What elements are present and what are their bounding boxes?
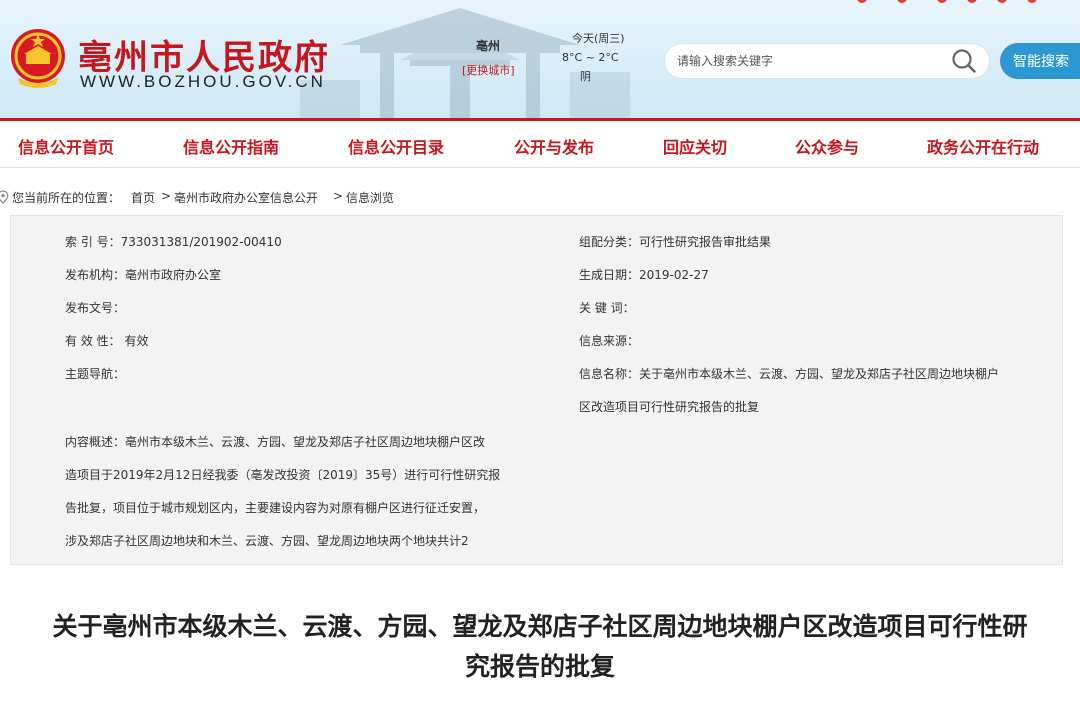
breadcrumb-separator: >: [333, 189, 344, 203]
nav-item-guide[interactable]: 信息公开指南: [183, 134, 279, 158]
info-summary: 内容概述：亳州市本级木兰、云渡、方园、望龙及郑店子社区周边地块棚户区改 造项目于…: [65, 426, 535, 558]
info-date: 生成日期：2019-02-27: [579, 268, 709, 282]
search-input[interactable]: [664, 43, 990, 79]
info-document-number: 发布文号：: [65, 301, 126, 315]
change-city-link[interactable]: [更换城市]: [462, 62, 515, 78]
location-pin-icon: [0, 190, 9, 204]
main-nav: 信息公开首页 信息公开指南 信息公开目录 公开与发布 回应关切 公众参与 政务公…: [0, 118, 1080, 168]
breadcrumb-home[interactable]: 首页: [131, 189, 155, 206]
breadcrumb-section[interactable]: 亳州市政府办公室信息公开: [174, 189, 318, 206]
weather-temperature: 8°C ~ 2°C: [562, 51, 619, 64]
info-index-number: 索 引 号：733031381/201902-00410: [65, 235, 282, 249]
smart-search-button[interactable]: 智能搜索: [1000, 43, 1080, 79]
breadcrumb-prefix: 您当前所在的位置：: [12, 191, 121, 205]
national-emblem-icon: [11, 29, 65, 88]
city-name: 亳州: [476, 39, 501, 53]
search-icon[interactable]: [950, 47, 978, 75]
info-topic: 主题导航：: [65, 367, 126, 381]
summary-line: 内容概述：亳州市本级木兰、云渡、方园、望龙及郑店子社区周边地块棚户区改: [65, 435, 486, 449]
info-name-line1: 信息名称：关于亳州市本级木兰、云渡、方园、望龙及郑店子社区周边地块棚户: [579, 367, 1000, 381]
nav-item-action[interactable]: 政务公开在行动: [927, 134, 1039, 158]
nav-item-participation[interactable]: 公众参与: [795, 134, 859, 158]
nav-item-home[interactable]: 信息公开首页: [18, 134, 114, 158]
weather-day: 今天(周三): [572, 32, 625, 45]
weather-condition: 阴: [580, 70, 591, 83]
breadcrumb-separator: >: [161, 189, 172, 203]
info-keywords: 关 键 词：: [579, 301, 635, 315]
breadcrumb-current: 信息浏览: [346, 191, 395, 205]
nav-item-catalog[interactable]: 信息公开目录: [348, 134, 444, 158]
info-name-line2: 区改造项目可行性研究报告的批复: [579, 400, 760, 414]
article-title-line1: 关于亳州市本级木兰、云渡、方园、望龙及郑店子社区周边地块棚户区改造项目可行性研: [52, 612, 1028, 641]
nav-item-response[interactable]: 回应关切: [663, 134, 727, 158]
summary-line: 告批复，项目位于城市规划区内，主要建设内容为对原有棚户区进行征迁安置，: [65, 501, 486, 515]
document-info-box: 索 引 号：733031381/201902-00410 组配分类：可行性研究报…: [10, 215, 1063, 565]
info-source: 信息来源：: [579, 334, 640, 348]
summary-line: 涉及郑店子社区周边地块和木兰、云渡、方园、望龙周边地块两个地块共计2: [65, 534, 469, 548]
info-category: 组配分类：可行性研究报告审批结果: [579, 235, 772, 249]
article-title-line2: 究报告的批复: [464, 652, 615, 681]
nav-item-publish[interactable]: 公开与发布: [514, 134, 594, 158]
article-title: 关于亳州市本级木兰、云渡、方园、望龙及郑店子社区周边地块棚户区改造项目可行性研 …: [0, 607, 1080, 687]
summary-line: 造项目于2019年2月12日经我委（亳发改投资〔2019〕35号）进行可行性研究…: [65, 468, 501, 482]
info-publisher: 发布机构：亳州市政府办公室: [65, 268, 222, 282]
top-dots-decoration: [857, 0, 1037, 3]
info-validity: 有 效 性： 有效: [65, 334, 149, 348]
site-url: WWW.BOZHOU.GOV.CN: [80, 72, 326, 91]
site-header: 亳州市人民政府 WWW.BOZHOU.GOV.CN 亳州 [更换城市] 今天(周…: [0, 0, 1080, 118]
